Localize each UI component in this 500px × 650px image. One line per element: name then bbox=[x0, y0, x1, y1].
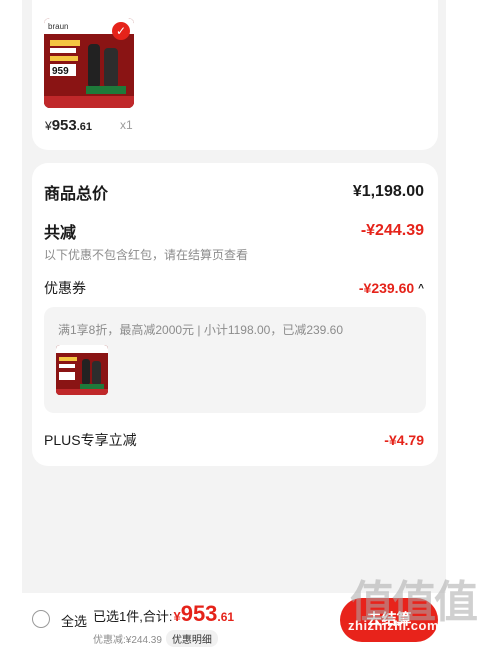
total-reduction-value: -¥244.39 bbox=[360, 222, 424, 239]
total-summary: 已选1件,合计: ¥ 953 .61 bbox=[93, 601, 234, 627]
chevron-up-icon[interactable]: ^ bbox=[418, 283, 424, 294]
total-cents: .61 bbox=[217, 610, 235, 624]
discount-text: 优惠减:¥244.39 bbox=[93, 635, 162, 646]
total-currency: ¥ bbox=[173, 609, 181, 624]
checkout-bar: 全选 已选1件,合计: ¥ 953 .61 优惠减:¥244.39 优惠明细 去… bbox=[22, 593, 446, 650]
total-reduction-row: 共减 -¥244.39 bbox=[44, 219, 424, 243]
product-price: ¥953.61 bbox=[45, 117, 93, 134]
coupon-description: 满1享8折，最高减2000元 | 小计1198.00，已减239.60 bbox=[58, 323, 344, 337]
coupon-value-group[interactable]: -¥239.60 ^ bbox=[359, 280, 424, 296]
plus-reduction-row: PLUS专享立减 -¥4.79 bbox=[44, 430, 424, 450]
plus-label: PLUS专享立减 bbox=[44, 432, 137, 448]
select-all-radio[interactable] bbox=[32, 610, 50, 628]
goods-total-value: ¥1,198.00 bbox=[352, 183, 424, 200]
coupon-product-thumbnail bbox=[56, 345, 108, 395]
selected-check-icon[interactable]: ✓ bbox=[112, 22, 130, 40]
coupon-detail-box: 满1享8折，最高减2000元 | 小计1198.00，已减239.60 bbox=[44, 307, 426, 413]
discount-detail-button[interactable]: 优惠明细 bbox=[165, 630, 218, 647]
goods-total-label: 商品总价 bbox=[44, 186, 109, 203]
select-all-label[interactable]: 全选 bbox=[61, 611, 87, 630]
plus-value: -¥4.79 bbox=[384, 432, 424, 448]
product-card: braun 959 ✓ ¥953.61 x1 bbox=[32, 0, 438, 150]
goods-total-row: 商品总价 ¥1,198.00 bbox=[44, 180, 424, 204]
selected-count-text: 已选1件,合计: bbox=[93, 609, 173, 624]
coupon-value: -¥239.60 bbox=[358, 280, 415, 296]
coupon-thumbnail-graphic bbox=[56, 345, 108, 395]
product-quantity: x1 bbox=[120, 118, 133, 132]
product-image-price: 959 bbox=[52, 66, 69, 77]
total-reduction-label: 共减 bbox=[44, 225, 77, 242]
coupon-row[interactable]: 优惠券 -¥239.60 ^ bbox=[44, 278, 424, 298]
coupon-label: 优惠券 bbox=[44, 280, 86, 296]
discount-note: 以下优惠不包含红包，请在结算页查看 bbox=[44, 248, 249, 262]
checkout-button[interactable]: 去结算 bbox=[340, 598, 438, 642]
product-brand-logo: braun bbox=[48, 22, 68, 31]
total-amount: 953 bbox=[180, 601, 218, 626]
price-summary-card: 商品总价 ¥1,198.00 共减 -¥244.39 以下优惠不包含红包，请在结… bbox=[32, 163, 438, 466]
discount-line: 优惠减:¥244.39 优惠明细 bbox=[93, 630, 218, 647]
product-image[interactable]: braun 959 ✓ bbox=[44, 18, 134, 108]
